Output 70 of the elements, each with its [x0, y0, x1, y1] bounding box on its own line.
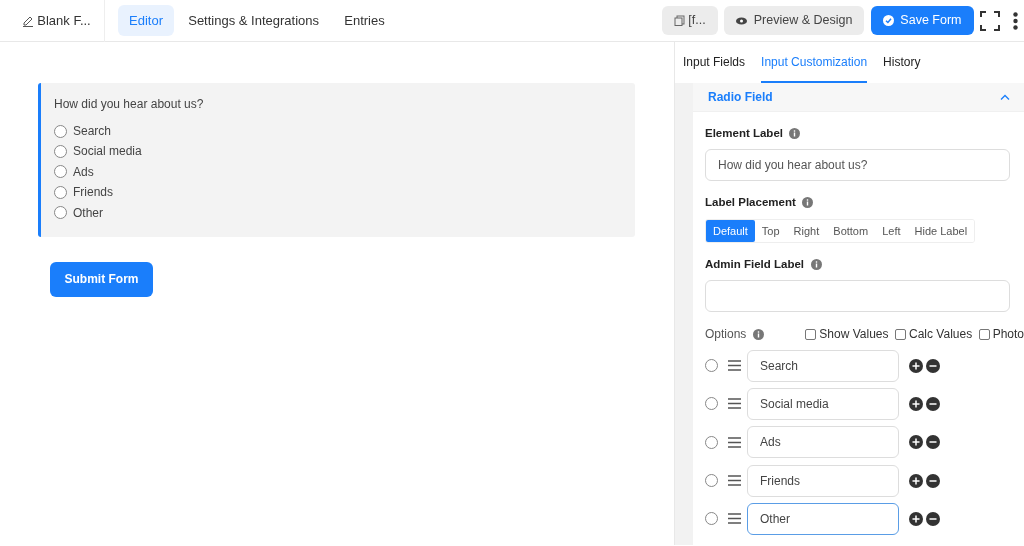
plus-icon[interactable] — [908, 358, 923, 373]
plus-icon[interactable] — [908, 511, 923, 526]
preview-button[interactable]: Preview & Design — [724, 6, 865, 35]
checkbox[interactable] — [895, 328, 906, 340]
radio-button[interactable] — [705, 474, 718, 488]
plus-icon[interactable] — [908, 396, 923, 411]
radio-button[interactable] — [705, 512, 718, 526]
choice-field[interactable]: Ads — [747, 426, 899, 459]
drag-handle-icon[interactable] — [727, 360, 741, 372]
options-label: Options — [705, 326, 747, 344]
option-label: Social media — [73, 143, 142, 161]
checkbox-label: Calc Values — [909, 326, 973, 344]
shortcode-button[interactable]: [f... — [662, 6, 718, 35]
choice-field[interactable]: Social media — [747, 387, 899, 420]
minus-icon[interactable] — [926, 435, 940, 450]
drag-handle-icon[interactable] — [727, 475, 741, 487]
panel-tab[interactable]: History — [883, 42, 921, 83]
choice-field[interactable]: Friends — [747, 464, 899, 497]
field-label: Label Placement — [705, 195, 796, 211]
plus-icon[interactable] — [908, 473, 923, 488]
checkbox[interactable] — [978, 328, 990, 340]
nav-tab[interactable]: Settings & Integrations — [177, 4, 331, 37]
submit-button[interactable]: Submit Form — [50, 261, 153, 297]
radio-button[interactable] — [54, 185, 67, 199]
text-field[interactable]: How did you hear about us? — [705, 149, 1010, 182]
form-title[interactable]: Blank F... — [37, 10, 91, 31]
drag-handle-icon[interactable] — [727, 436, 741, 448]
drag-handle-icon[interactable] — [727, 398, 741, 410]
info-icon — [810, 259, 822, 271]
panel-tab[interactable]: Input Fields — [683, 42, 746, 83]
radio-button[interactable] — [54, 206, 67, 220]
minus-icon[interactable] — [926, 358, 940, 373]
minus-icon[interactable] — [926, 511, 940, 526]
option-label: Friends — [73, 184, 113, 202]
minus-icon[interactable] — [926, 473, 940, 488]
info-icon — [789, 128, 801, 140]
radio-button[interactable] — [54, 145, 67, 158]
option-label: Other — [73, 204, 103, 222]
choice-field[interactable]: Search — [747, 349, 899, 382]
save-button[interactable]: Save Form — [870, 6, 974, 35]
option-label: Search — [73, 122, 112, 140]
copy-icon — [674, 15, 686, 26]
section-header[interactable]: Radio Field — [693, 83, 1024, 112]
nav-tab[interactable]: Entries — [333, 4, 396, 37]
checkbox-label: Photo — [992, 326, 1024, 344]
info-icon — [802, 197, 814, 209]
drag-handle-icon[interactable] — [727, 513, 741, 525]
radio-button[interactable] — [705, 435, 718, 449]
text-field[interactable] — [705, 280, 1010, 313]
option-label: Ads — [73, 163, 94, 181]
checkbox-label: Show Values — [819, 326, 889, 344]
minus-icon[interactable] — [926, 396, 940, 411]
radio-button[interactable] — [54, 124, 67, 138]
plus-icon[interactable] — [908, 435, 923, 450]
field-label: Admin Field Label — [705, 257, 805, 272]
radio-button[interactable] — [54, 165, 67, 179]
checkbox[interactable] — [805, 328, 817, 340]
radio-button[interactable] — [705, 359, 718, 373]
field-label: Element Label — [705, 126, 783, 141]
pencil-icon — [22, 14, 34, 27]
placement-option[interactable]: Default — [706, 219, 755, 242]
section-title: Radio Field — [708, 89, 773, 106]
more-icon[interactable] — [1012, 11, 1018, 30]
info-icon — [752, 328, 764, 340]
choice-field[interactable]: Other — [747, 502, 899, 535]
check-circle-icon — [882, 15, 894, 26]
radio-button[interactable] — [705, 397, 718, 411]
eye-icon — [736, 16, 748, 25]
question-label: How did you hear about us? — [54, 96, 205, 113]
fullscreen-icon[interactable] — [980, 10, 1000, 31]
